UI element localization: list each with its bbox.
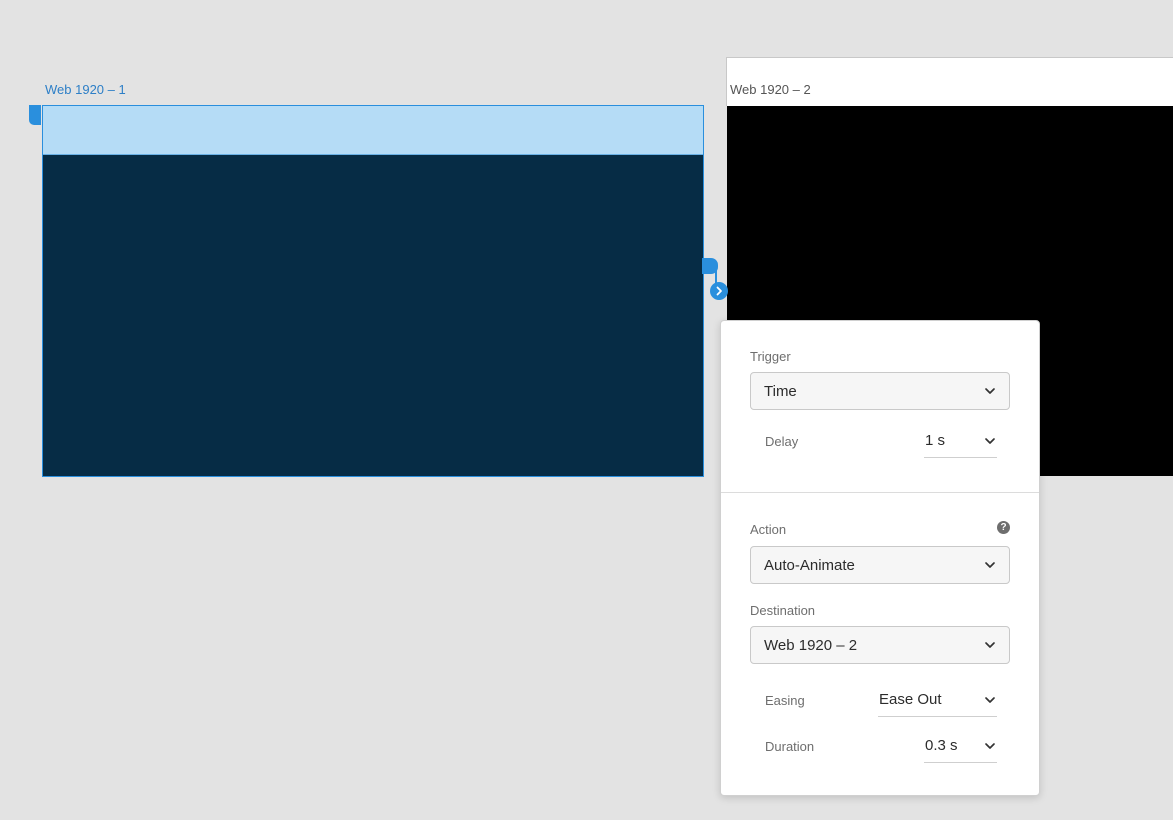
trigger-dropdown[interactable]: Time: [750, 372, 1010, 410]
delay-label: Delay: [765, 434, 799, 449]
artboard-2-title[interactable]: Web 1920 – 2: [730, 82, 811, 97]
action-value: Auto-Animate: [764, 556, 855, 574]
chevron-down-icon: [983, 434, 997, 448]
design-canvas[interactable]: Web 1920 – 1 Web 1920 – 2 Trigger Time D…: [0, 0, 1173, 820]
duration-label: Duration: [765, 739, 815, 754]
artboard-web-1920-1[interactable]: [42, 105, 704, 477]
chevron-down-icon: [983, 693, 997, 707]
question-circle-icon[interactable]: ?: [997, 521, 1010, 534]
home-artboard-handle[interactable]: [29, 105, 41, 125]
chevron-down-icon: [983, 739, 997, 753]
header-rectangle[interactable]: [43, 106, 703, 155]
trigger-value: Time: [764, 382, 797, 400]
destination-dropdown[interactable]: Web 1920 – 2: [750, 626, 1010, 664]
destination-label: Destination: [750, 603, 816, 618]
duration-dropdown[interactable]: 0.3 s: [924, 733, 997, 763]
destination-value: Web 1920 – 2: [764, 636, 858, 654]
delay-row: Delay 1 s: [765, 428, 997, 458]
chevron-right-icon[interactable]: [710, 282, 728, 300]
action-label: Action: [750, 522, 787, 537]
easing-row: Easing Ease Out: [765, 687, 997, 717]
duration-value: 0.3 s: [925, 737, 958, 754]
prototype-interaction-panel: Trigger Time Delay 1 s Action ? Auto-Ani…: [720, 320, 1040, 796]
easing-value: Ease Out: [879, 691, 942, 708]
chevron-down-icon: [983, 558, 997, 572]
trigger-label: Trigger: [750, 349, 791, 364]
easing-label: Easing: [765, 693, 805, 708]
artboard-1-title[interactable]: Web 1920 – 1: [45, 82, 126, 97]
delay-dropdown[interactable]: 1 s: [924, 428, 997, 458]
duration-row: Duration 0.3 s: [765, 733, 997, 763]
action-dropdown[interactable]: Auto-Animate: [750, 546, 1010, 584]
chevron-down-icon: [983, 638, 997, 652]
delay-value: 1 s: [925, 432, 946, 449]
section-divider: [721, 492, 1039, 493]
chevron-down-icon: [983, 384, 997, 398]
easing-dropdown[interactable]: Ease Out: [878, 687, 997, 717]
